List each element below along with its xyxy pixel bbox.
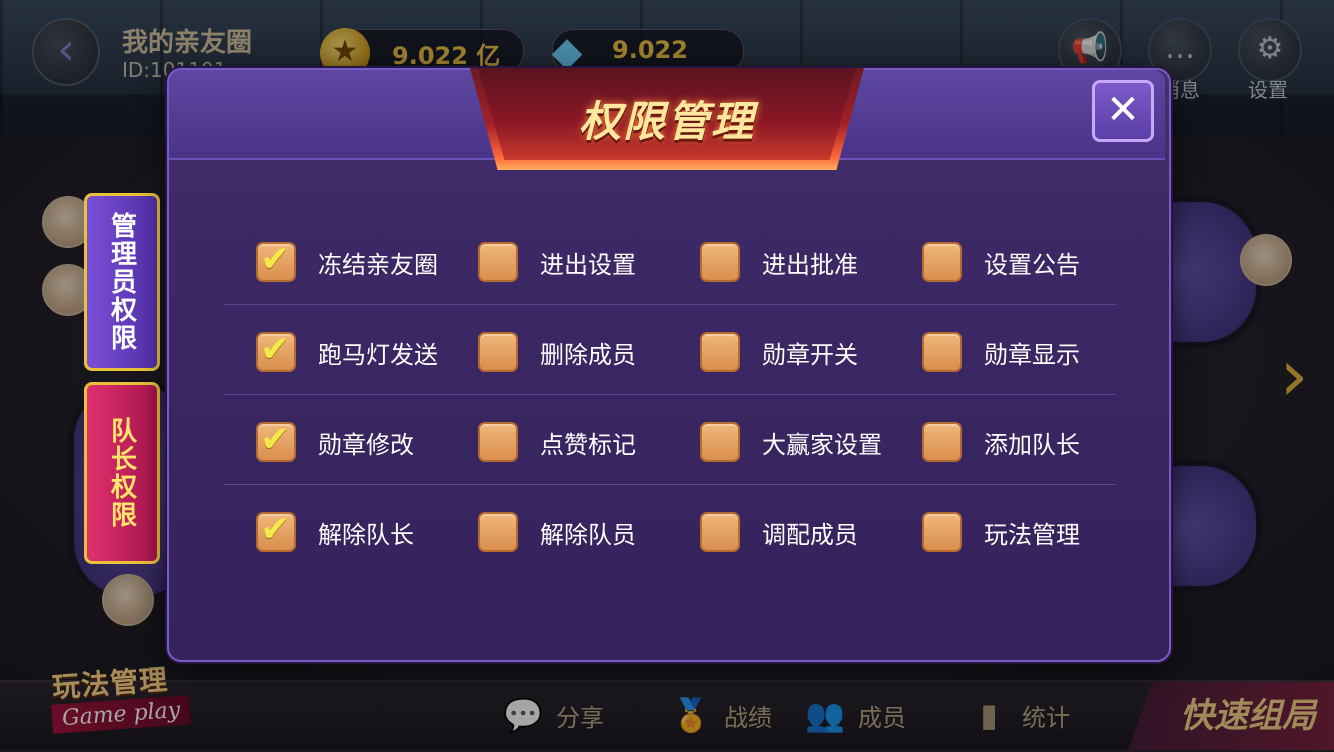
permission-item[interactable]: 删除成员 bbox=[478, 330, 636, 374]
permission-checkbox[interactable] bbox=[700, 332, 740, 372]
permission-checkbox[interactable] bbox=[478, 422, 518, 462]
checkmark-icon: ✔ bbox=[260, 509, 291, 550]
permission-item[interactable]: 解除队员 bbox=[478, 510, 636, 554]
permission-label: 进出批准 bbox=[762, 250, 858, 279]
permission-checkbox[interactable] bbox=[700, 422, 740, 462]
permission-checkbox[interactable] bbox=[478, 512, 518, 552]
permission-label: 跑马灯发送 bbox=[318, 340, 438, 369]
permission-label: 勋章开关 bbox=[762, 340, 858, 369]
permission-item[interactable]: 勋章显示 bbox=[922, 330, 1080, 374]
permission-checkbox[interactable] bbox=[922, 512, 962, 552]
permission-item[interactable]: 调配成员 bbox=[700, 510, 858, 554]
checkmark-icon: ✔ bbox=[260, 239, 291, 280]
permission-item[interactable]: 勋章开关 bbox=[700, 330, 858, 374]
tab-admin-permissions[interactable]: 管理员权限 bbox=[84, 193, 160, 371]
permission-label: 添加队长 bbox=[984, 430, 1080, 459]
permission-label: 进出设置 bbox=[540, 250, 636, 279]
permission-checkbox[interactable]: ✔ bbox=[256, 329, 296, 372]
permission-checkbox[interactable] bbox=[922, 422, 962, 462]
checkmark-icon: ✔ bbox=[260, 329, 291, 370]
checkmark-icon: ✔ bbox=[260, 419, 291, 460]
permission-label: 点赞标记 bbox=[540, 430, 636, 459]
permission-item[interactable]: 进出批准 bbox=[700, 240, 858, 284]
permission-checkbox[interactable]: ✔ bbox=[256, 509, 296, 552]
permission-checkbox[interactable] bbox=[478, 242, 518, 282]
close-icon: ✕ bbox=[1106, 87, 1140, 133]
permission-label: 解除队长 bbox=[318, 520, 414, 549]
permission-checkbox[interactable]: ✔ bbox=[256, 239, 296, 282]
permission-item[interactable]: 大赢家设置 bbox=[700, 420, 882, 464]
row-divider bbox=[224, 304, 1116, 305]
permission-label: 调配成员 bbox=[762, 520, 858, 549]
permission-item[interactable]: 点赞标记 bbox=[478, 420, 636, 464]
permission-item[interactable]: ✔ 解除队长 bbox=[256, 510, 414, 554]
permission-item[interactable]: ✔ 勋章修改 bbox=[256, 420, 414, 464]
permission-item[interactable]: 添加队长 bbox=[922, 420, 1080, 464]
permission-item[interactable]: ✔ 冻结亲友圈 bbox=[256, 240, 438, 284]
permission-checkbox[interactable] bbox=[700, 512, 740, 552]
permission-item[interactable]: ✔ 跑马灯发送 bbox=[256, 330, 438, 374]
row-divider bbox=[224, 484, 1116, 485]
permission-checkbox[interactable] bbox=[922, 242, 962, 282]
row-divider bbox=[224, 394, 1116, 395]
permission-item[interactable]: 玩法管理 bbox=[922, 510, 1080, 554]
permission-label: 删除成员 bbox=[540, 340, 636, 369]
permission-label: 解除队员 bbox=[540, 520, 636, 549]
permission-label: 冻结亲友圈 bbox=[318, 250, 438, 279]
tab-captain-permissions[interactable]: 队长权限 bbox=[84, 382, 160, 564]
permission-label: 勋章显示 bbox=[984, 340, 1080, 369]
permission-checkbox[interactable] bbox=[922, 332, 962, 372]
permission-label: 大赢家设置 bbox=[762, 430, 882, 459]
permission-label: 设置公告 bbox=[984, 250, 1080, 279]
permission-item[interactable]: 设置公告 bbox=[922, 240, 1080, 284]
permission-item[interactable]: 进出设置 bbox=[478, 240, 636, 284]
permission-label: 玩法管理 bbox=[984, 520, 1080, 549]
permission-checkbox[interactable] bbox=[700, 242, 740, 282]
dialog-title: 权限管理 bbox=[578, 97, 755, 146]
permission-label: 勋章修改 bbox=[318, 430, 414, 459]
close-button[interactable]: ✕ bbox=[1092, 80, 1154, 142]
permission-checkbox[interactable]: ✔ bbox=[256, 419, 296, 462]
permission-checkbox[interactable] bbox=[478, 332, 518, 372]
